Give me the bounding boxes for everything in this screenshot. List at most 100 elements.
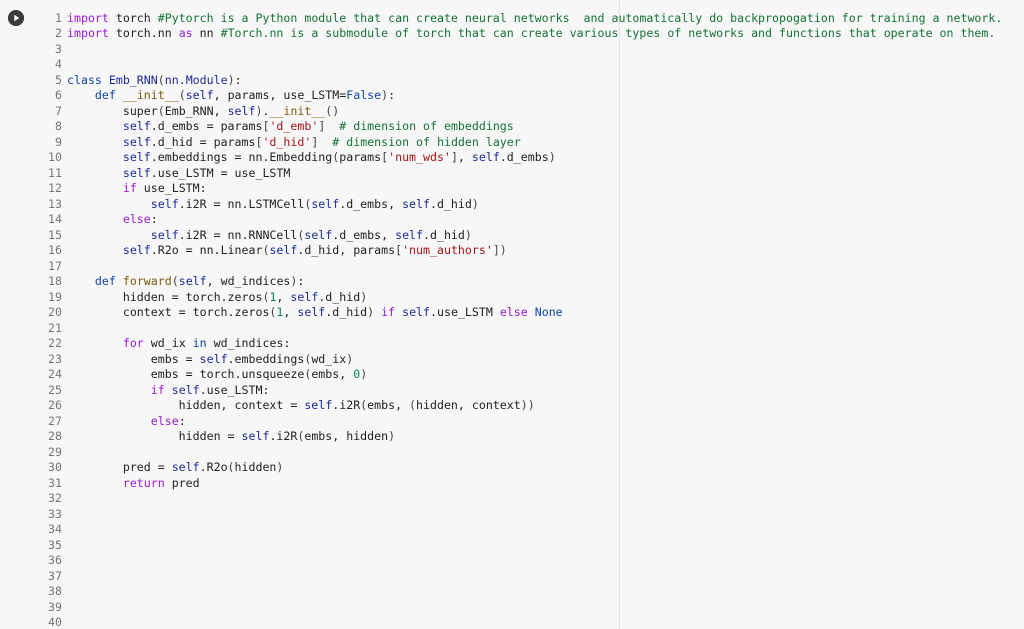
- code-line[interactable]: 3: [36, 42, 1002, 58]
- code-line[interactable]: 12 if use_LSTM:: [36, 181, 1002, 197]
- code-token: ): [464, 227, 472, 242]
- line-number: 27: [48, 413, 62, 428]
- code-token: 'num_wds': [388, 150, 451, 164]
- code-token: (: [178, 88, 186, 102]
- code-line[interactable]: 11 self.use_LSTM = use_LSTM: [36, 166, 1002, 182]
- code-token: ): [227, 72, 235, 87]
- code-line[interactable]: 40: [36, 615, 1002, 629]
- code-line[interactable]: 33: [36, 507, 1002, 523]
- code-line[interactable]: 23 embs = self.embeddings(wd_ix): [36, 352, 1002, 368]
- code-line[interactable]: 27 else:: [36, 414, 1002, 430]
- code-token: , params, use_LSTM: [213, 88, 340, 102]
- code-line[interactable]: 16 self.R2o = nn.Linear(self.d_hid, para…: [36, 243, 1002, 259]
- code-line[interactable]: 36: [36, 553, 1002, 569]
- code-line[interactable]: 35: [36, 538, 1002, 554]
- code-token: # dimension of embeddings: [339, 119, 514, 133]
- line-number: 25: [48, 382, 62, 397]
- code-token: self: [241, 429, 270, 443]
- code-token: 'd_emb': [269, 119, 319, 133]
- code-line[interactable]: 34: [36, 522, 1002, 538]
- code-line[interactable]: 19 hidden = torch.zeros(1, self.d_hid): [36, 290, 1002, 306]
- code-line[interactable]: 38: [36, 584, 1002, 600]
- code-token: self: [199, 351, 228, 366]
- code-line[interactable]: 13 self.i2R = nn.LSTMCell(self.d_embs, s…: [36, 197, 1002, 213]
- code-token: :: [388, 88, 396, 102]
- code-token: self: [227, 103, 256, 118]
- code-token: ]): [492, 243, 507, 257]
- line-number: 33: [48, 506, 62, 521]
- line-source: self.d_hid = params['d_hid'] # dimension…: [67, 135, 521, 151]
- code-line[interactable]: 25 if self.use_LSTM:: [36, 383, 1002, 399]
- code-token: pred =: [67, 460, 172, 474]
- code-token: False: [346, 88, 382, 102]
- code-editor[interactable]: 1 import torch #Pytorch is a Python modul…: [36, 11, 1002, 629]
- code-token: .R2o = nn.Linear: [150, 243, 263, 257]
- line-number: 28: [48, 429, 62, 443]
- code-token: 'num_authors': [402, 243, 493, 257]
- code-token: , wd_indices: [206, 274, 291, 288]
- line-source: self.d_embs = params['d_emb'] # dimensio…: [67, 119, 514, 135]
- line-source: hidden = self.i2R(embs, hidden): [67, 429, 395, 445]
- code-line[interactable]: 32: [36, 491, 1002, 507]
- line-number: 40: [48, 615, 62, 629]
- code-line[interactable]: 9 self.d_hid = params['d_hid'] # dimensi…: [36, 135, 1002, 151]
- line-number: 36: [48, 553, 62, 567]
- code-line[interactable]: 7 super(Emb_RNN, self).__init__(): [36, 104, 1002, 120]
- line-number: 8: [55, 119, 62, 133]
- code-token: )): [520, 398, 535, 412]
- code-line[interactable]: 39: [36, 600, 1002, 616]
- code-cell[interactable]: 1 import torch #Pytorch is a Python modul…: [0, 0, 1024, 629]
- code-line[interactable]: 29: [36, 445, 1002, 461]
- code-token: use_LSTM:: [136, 181, 207, 195]
- line-source: self.i2R = nn.LSTMCell(self.d_embs, self…: [67, 197, 479, 213]
- code-line[interactable]: 6 def __init__(self, params, use_LSTM=Fa…: [36, 88, 1002, 104]
- line-number: 38: [48, 584, 62, 598]
- code-token: self: [185, 88, 214, 102]
- code-token: self: [304, 398, 333, 412]
- code-line[interactable]: 5 class Emb_RNN(nn.Module):: [36, 73, 1002, 89]
- code-line[interactable]: 26 hidden, context = self.i2R(embs, (hid…: [36, 398, 1002, 414]
- code-line[interactable]: 8 self.d_embs = params['d_emb'] # dimens…: [36, 119, 1002, 135]
- code-line[interactable]: 10 self.embeddings = nn.Embedding(params…: [36, 150, 1002, 166]
- code-token: if: [122, 181, 137, 195]
- code-token: self: [402, 305, 431, 319]
- code-token: ): [548, 150, 556, 164]
- code-line[interactable]: 17: [36, 259, 1002, 275]
- code-line[interactable]: 2 import torch.nn as nn #Torch.nn is a su…: [36, 26, 1002, 42]
- code-token: wd_ix: [311, 351, 347, 366]
- run-cell-button[interactable]: [8, 10, 24, 26]
- code-line[interactable]: 18 def forward(self, wd_indices):: [36, 274, 1002, 290]
- line-number: 11: [48, 165, 62, 180]
- code-line[interactable]: 31 return pred: [36, 476, 1002, 492]
- code-line[interactable]: 15 self.i2R = nn.RNNCell(self.d_embs, se…: [36, 228, 1002, 244]
- code-token: self: [171, 382, 200, 397]
- code-token: .R2o: [199, 460, 228, 474]
- code-token: .d_hid: [318, 289, 361, 304]
- code-line[interactable]: 21: [36, 321, 1002, 337]
- code-line[interactable]: 30 pred = self.R2o(hidden): [36, 460, 1002, 476]
- line-source: self.use_LSTM = use_LSTM: [67, 166, 291, 182]
- code-line[interactable]: 1 import torch #Pytorch is a Python modul…: [36, 11, 1002, 27]
- code-token: self: [269, 243, 298, 257]
- code-line[interactable]: 22 for wd_ix in wd_indices:: [36, 336, 1002, 352]
- code-token: ,: [457, 150, 472, 164]
- code-token: self: [150, 227, 179, 242]
- line-source: self.R2o = nn.Linear(self.d_hid, params[…: [67, 243, 507, 259]
- code-line[interactable]: 4: [36, 57, 1002, 73]
- line-source: import torch.nn as nn #Torch.nn is a sub…: [67, 26, 995, 42]
- line-number: 34: [48, 522, 62, 536]
- code-line[interactable]: 28 hidden = self.i2R(embs, hidden): [36, 429, 1002, 445]
- code-line[interactable]: 37: [36, 569, 1002, 585]
- code-line[interactable]: 24 embs = torch.unsqueeze(embs, 0): [36, 367, 1002, 383]
- code-line[interactable]: 20 context = torch.zeros(1, self.d_hid) …: [36, 305, 1002, 321]
- code-token: .d_embs,: [339, 196, 403, 211]
- code-line[interactable]: 14 else:: [36, 212, 1002, 228]
- line-source: if use_LSTM:: [67, 181, 207, 197]
